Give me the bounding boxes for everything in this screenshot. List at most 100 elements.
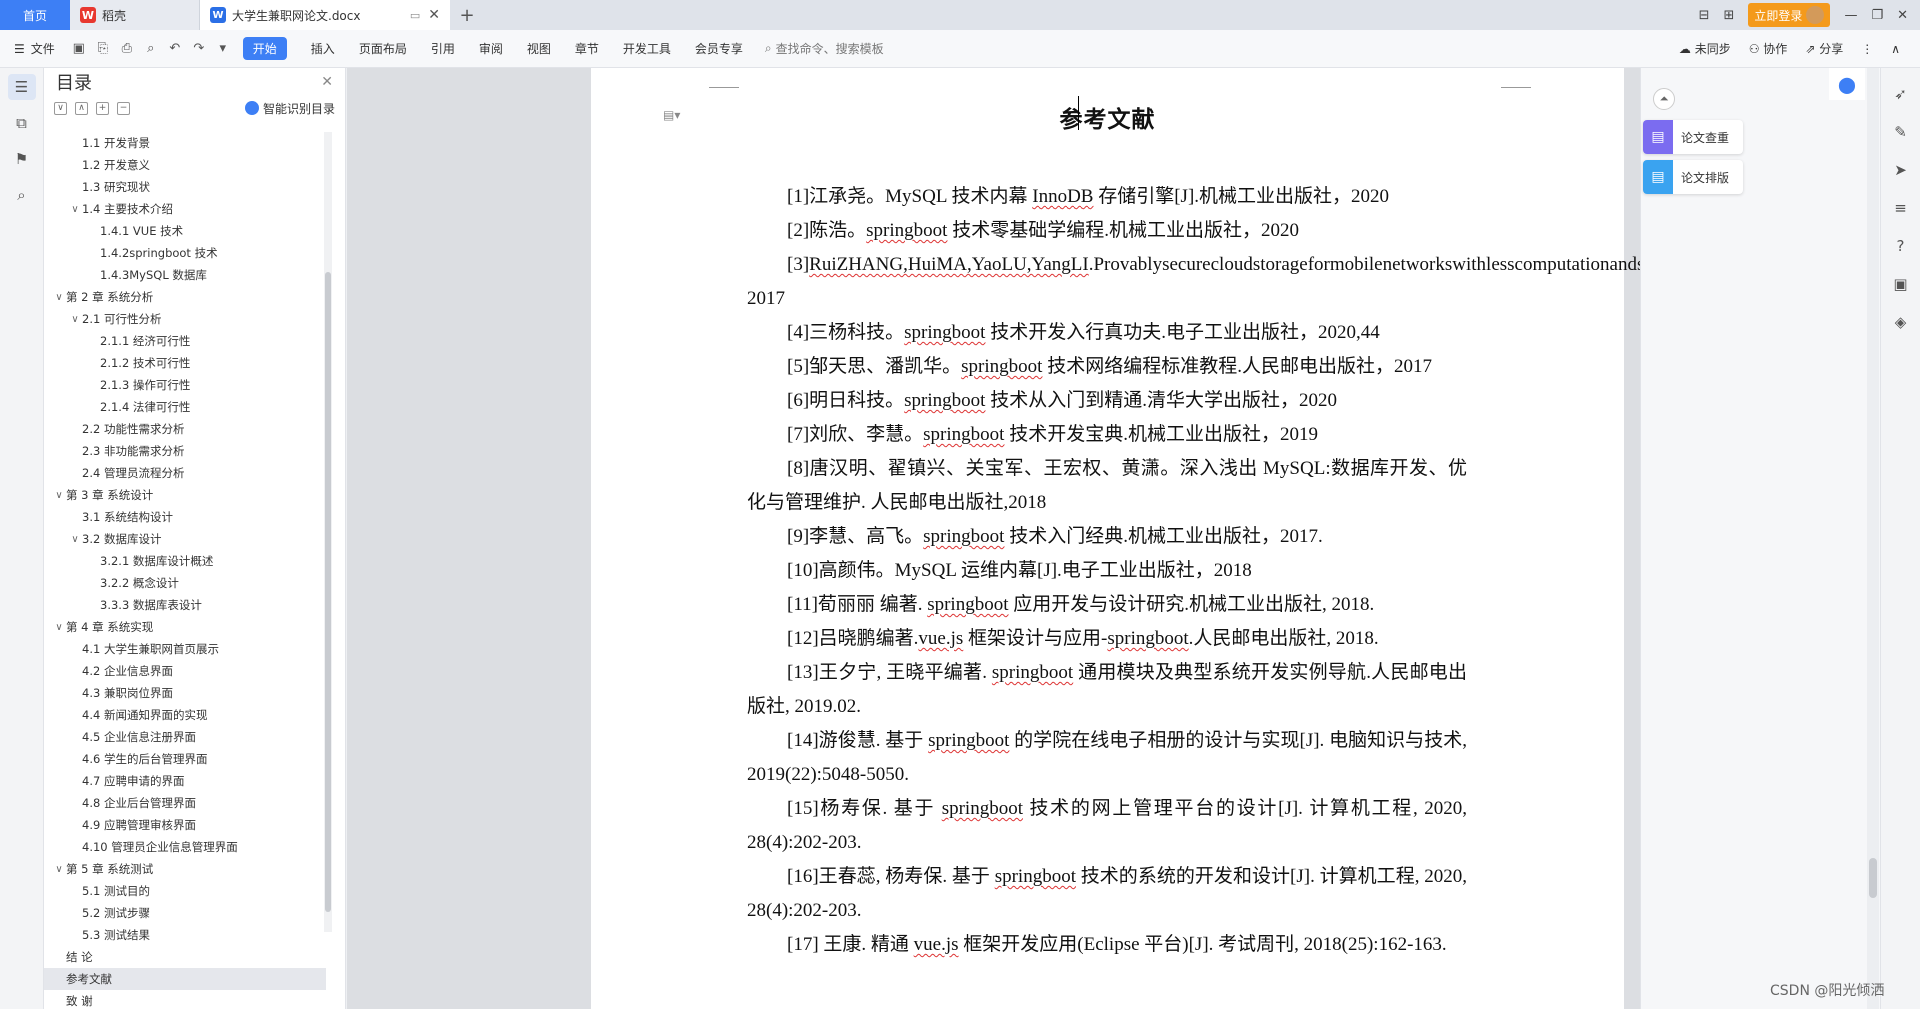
toc-item[interactable]: 4.4 新闻通知界面的实现: [44, 704, 326, 726]
location-pin-icon[interactable]: ⬤: [1829, 68, 1865, 100]
toc-item[interactable]: 1.4.2springboot 技术: [44, 242, 326, 264]
select-cursor-icon[interactable]: ➤: [1889, 158, 1913, 182]
tab-page-layout[interactable]: 页面布局: [347, 40, 419, 57]
chevron-down-icon[interactable]: ∨: [52, 292, 66, 303]
more-icon[interactable]: ⋮: [1861, 42, 1873, 56]
toc-item[interactable]: 3.2.1 数据库设计概述: [44, 550, 326, 572]
toc-item[interactable]: 2.1.1 经济可行性: [44, 330, 326, 352]
toc-item[interactable]: 4.2 企业信息界面: [44, 660, 326, 682]
share-button[interactable]: ⇗ 分享: [1805, 40, 1843, 57]
toc-item[interactable]: 参考文献: [44, 968, 326, 990]
paper-format-button[interactable]: ▤ 论文排版: [1643, 160, 1743, 194]
tab-chapter[interactable]: 章节: [563, 40, 611, 57]
window-pin-icon[interactable]: ▭: [410, 9, 420, 22]
tab-insert[interactable]: 插入: [299, 40, 347, 57]
tab-home[interactable]: 首页: [0, 0, 70, 30]
tab-daoke[interactable]: W 稻壳: [70, 0, 200, 30]
tab-references[interactable]: 引用: [419, 40, 467, 57]
toc-item[interactable]: 2.2 功能性需求分析: [44, 418, 326, 440]
toc-item[interactable]: 1.3 研究现状: [44, 176, 326, 198]
tab-member[interactable]: 会员专享: [683, 40, 755, 57]
toc-item[interactable]: 2.4 管理员流程分析: [44, 462, 326, 484]
toc-item[interactable]: ∨ 2.1 可行性分析: [44, 308, 326, 330]
collapse-panel-icon[interactable]: ⏶: [1653, 88, 1675, 110]
toc-item[interactable]: ∨ 1.4 主要技术介绍: [44, 198, 326, 220]
document-scroll-thumb[interactable]: [1869, 858, 1877, 898]
help-icon[interactable]: ?: [1889, 234, 1913, 258]
quick-more-icon[interactable]: ▾: [214, 40, 232, 58]
toc-item[interactable]: 4.8 企业后台管理界面: [44, 792, 326, 814]
print-icon[interactable]: ⎙: [118, 40, 136, 58]
toc-item[interactable]: 2.1.3 操作可行性: [44, 374, 326, 396]
chevron-down-icon[interactable]: ∨: [68, 204, 82, 215]
chevron-down-icon[interactable]: ∨: [68, 534, 82, 545]
toc-item[interactable]: ∨ 第 3 章 系统设计: [44, 484, 326, 506]
close-window-icon[interactable]: ✕: [1897, 8, 1908, 23]
toc-item[interactable]: ∨ 第 5 章 系统测试: [44, 858, 326, 880]
add-heading-icon[interactable]: +: [96, 101, 109, 115]
rocket-icon[interactable]: ➶: [1889, 82, 1913, 106]
new-tab-button[interactable]: +: [450, 0, 484, 30]
minimize-icon[interactable]: —: [1844, 8, 1857, 23]
shield-icon[interactable]: ◈: [1889, 310, 1913, 334]
toc-item[interactable]: 4.10 管理员企业信息管理界面: [44, 836, 326, 858]
toc-item[interactable]: 4.1 大学生兼职网首页展示: [44, 638, 326, 660]
toc-item[interactable]: 3.3.3 数据库表设计: [44, 594, 326, 616]
tab-review[interactable]: 审阅: [467, 40, 515, 57]
tab-developer[interactable]: 开发工具: [611, 40, 683, 57]
login-button[interactable]: 立即登录: [1748, 3, 1831, 27]
toc-item[interactable]: 2.1.2 技术可行性: [44, 352, 326, 374]
toc-item[interactable]: 3.2.2 概念设计: [44, 572, 326, 594]
document-scrollbar[interactable]: [1867, 68, 1879, 1009]
save-icon[interactable]: ▣: [70, 40, 88, 58]
tab-document[interactable]: W 大学生兼职网论文.docx ▭ ✕: [200, 0, 450, 30]
settings-sliders-icon[interactable]: ≡: [1889, 196, 1913, 220]
expand-all-icon[interactable]: ∧: [75, 101, 88, 115]
toc-panel-icon[interactable]: ☰: [7, 74, 36, 100]
toc-item[interactable]: 1.1 开发背景: [44, 132, 326, 154]
toc-item[interactable]: ∨ 3.2 数据库设计: [44, 528, 326, 550]
toc-item[interactable]: 致 谢: [44, 990, 326, 1009]
collab-button[interactable]: ⚇ 协作: [1749, 40, 1788, 57]
toc-scrollbar[interactable]: [324, 132, 332, 932]
restore-icon[interactable]: ❐: [1871, 8, 1883, 23]
remove-heading-icon[interactable]: −: [117, 101, 130, 115]
toc-item[interactable]: 4.6 学生的后台管理界面: [44, 748, 326, 770]
toc-item[interactable]: 1.4.3MySQL 数据库: [44, 264, 326, 286]
toc-scroll-thumb[interactable]: [325, 272, 331, 912]
tab-view[interactable]: 视图: [515, 40, 563, 57]
toc-item[interactable]: 4.9 应聘管理审核界面: [44, 814, 326, 836]
collapse-ribbon-icon[interactable]: ∧: [1891, 42, 1900, 56]
pen-icon[interactable]: ✎: [1889, 120, 1913, 144]
command-search[interactable]: ⌕ 查找命令、搜索模板: [765, 40, 884, 57]
collapse-all-icon[interactable]: ∨: [54, 101, 67, 115]
document-page[interactable]: ▤▾ 参考文献 [1]江承尧。MySQL 技术内幕 InnoDB 存储引擎[J]…: [591, 68, 1640, 1009]
tab-start[interactable]: 开始: [242, 37, 287, 60]
chevron-down-icon[interactable]: ∨: [68, 314, 82, 325]
bookmark-icon[interactable]: ⚑: [8, 146, 36, 172]
chapter-nav-icon[interactable]: ⧉: [8, 110, 36, 136]
smart-toc-button[interactable]: 智能识别目录: [244, 100, 335, 117]
toc-item[interactable]: 3.1 系统结构设计: [44, 506, 326, 528]
sync-button[interactable]: ☁ 未同步: [1679, 40, 1731, 57]
preview-icon[interactable]: ⌕: [142, 40, 160, 58]
toc-item[interactable]: 结 论: [44, 946, 326, 968]
chevron-down-icon[interactable]: ∨: [52, 490, 66, 501]
export-icon[interactable]: ⎘: [94, 40, 112, 58]
toc-item[interactable]: 4.3 兼职岗位界面: [44, 682, 326, 704]
toc-item[interactable]: 5.3 测试结果: [44, 924, 326, 946]
toc-item[interactable]: ∨ 第 4 章 系统实现: [44, 616, 326, 638]
file-menu[interactable]: ☰ 文件: [0, 40, 67, 57]
close-tab-icon[interactable]: ✕: [428, 7, 440, 23]
chevron-down-icon[interactable]: ∨: [52, 864, 66, 875]
undo-icon[interactable]: ↶: [166, 40, 184, 58]
toc-item[interactable]: 1.4.1 VUE 技术: [44, 220, 326, 242]
toc-item[interactable]: 4.7 应聘申请的界面: [44, 770, 326, 792]
toc-item[interactable]: 5.2 测试步骤: [44, 902, 326, 924]
toc-item[interactable]: 5.1 测试目的: [44, 880, 326, 902]
layout-icon[interactable]: ⊟: [1699, 8, 1710, 23]
redo-icon[interactable]: ↷: [190, 40, 208, 58]
toc-item[interactable]: 2.3 非功能需求分析: [44, 440, 326, 462]
chevron-down-icon[interactable]: ∨: [52, 622, 66, 633]
toc-item[interactable]: 4.5 企业信息注册界面: [44, 726, 326, 748]
